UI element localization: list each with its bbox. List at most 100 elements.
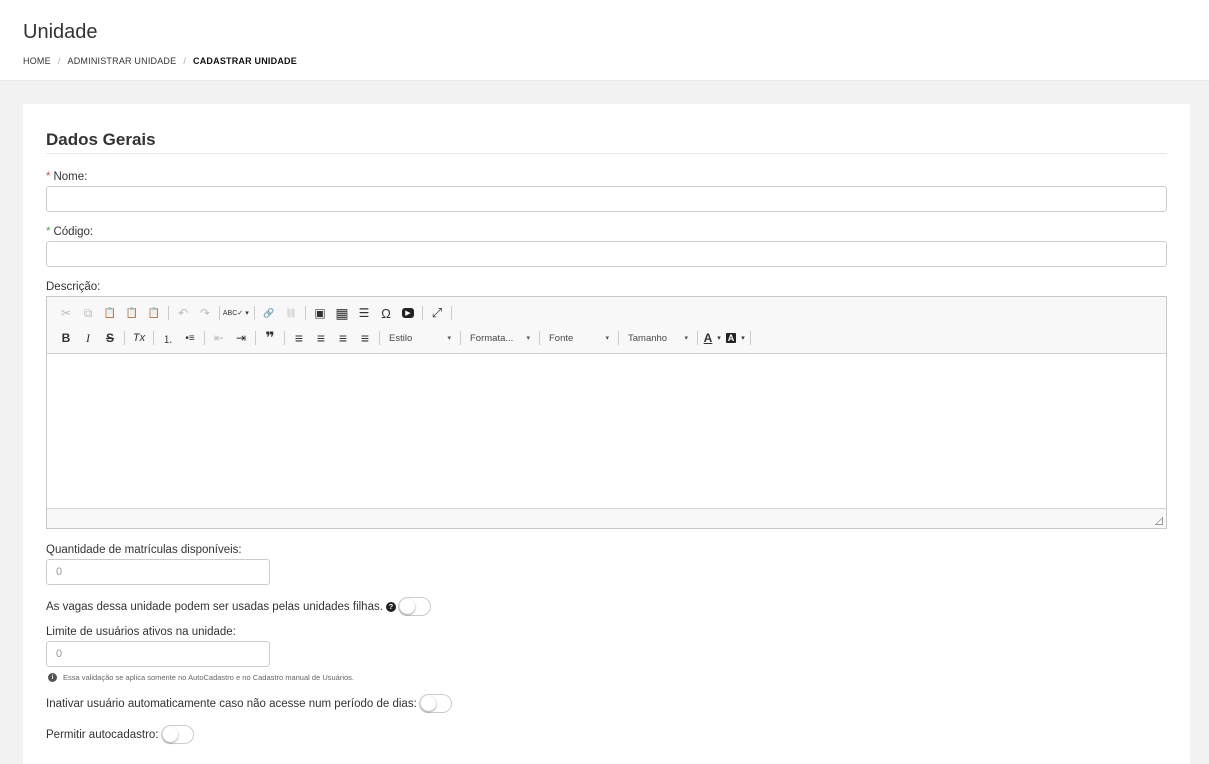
tamanho-combo[interactable]: Tamanho ▾: [622, 328, 692, 348]
chevron-down-icon: ▾: [684, 335, 688, 342]
editor-content-area[interactable]: [47, 354, 1166, 507]
estilo-combo[interactable]: Estilo ▾: [383, 328, 455, 348]
paste-word-icon[interactable]: 📋: [143, 302, 165, 324]
indent-icon[interactable]: ⇥: [230, 327, 252, 349]
paste-icon[interactable]: 📋: [99, 302, 121, 324]
codigo-group: * Código:: [46, 225, 1167, 267]
toolbar-separator: [124, 331, 125, 345]
limite-hint-text: Essa validação se aplica somente no Auto…: [63, 673, 355, 682]
toolbar-separator: [168, 306, 169, 320]
maximize-icon[interactable]: ⤢: [426, 302, 448, 324]
chevron-down-icon: ▾: [605, 335, 609, 342]
breadcrumb-separator: /: [57, 56, 61, 66]
matriculas-label: Quantidade de matrículas disponíveis:: [46, 544, 242, 556]
autocadastro-toggle[interactable]: [160, 725, 194, 744]
toolbar-separator: [750, 331, 751, 345]
matriculas-input[interactable]: [46, 559, 270, 585]
bold-icon[interactable]: B: [55, 327, 77, 349]
required-mark: *: [46, 226, 51, 238]
chevron-down-icon[interactable]: ▾: [243, 302, 251, 324]
numbered-list-icon[interactable]: ⒈: [157, 327, 179, 349]
codigo-label: * Código:: [46, 225, 1167, 239]
spellcheck-icon[interactable]: ABC✓: [223, 302, 243, 324]
breadcrumb-administrar-unidade[interactable]: ADMINISTRAR UNIDADE: [68, 56, 177, 66]
form-card: Dados Gerais * Nome: * Código: Descrição: …: [23, 104, 1190, 764]
tamanho-combo-label: Tamanho: [628, 332, 668, 344]
nome-label: * Nome:: [46, 170, 1167, 184]
vagas-toggle-row: As vagas dessa unidade podem ser usadas …: [46, 597, 1167, 616]
bulleted-list-icon[interactable]: •≡: [179, 327, 201, 349]
toolbar-separator: [451, 306, 452, 320]
nome-input[interactable]: [46, 186, 1167, 212]
toolbar-separator: [255, 331, 256, 345]
youtube-glyph: ▶: [402, 308, 414, 318]
chevron-down-icon[interactable]: ▾: [739, 327, 747, 349]
justify-icon[interactable]: ≡: [354, 327, 376, 349]
breadcrumb-home[interactable]: HOME: [23, 56, 51, 66]
breadcrumb: HOME / ADMINISTRAR UNIDADE / CADASTRAR U…: [23, 56, 1186, 66]
page-header: Unidade HOME / ADMINISTRAR UNIDADE / CAD…: [0, 0, 1209, 81]
redo-icon[interactable]: ↷: [194, 302, 216, 324]
unlink-icon[interactable]: ⛓: [280, 302, 302, 324]
chevron-down-icon: ▾: [447, 335, 451, 342]
undo-icon[interactable]: ↶: [172, 302, 194, 324]
toolbar-separator: [460, 331, 461, 345]
bg-color-glyph: A: [725, 333, 737, 343]
limite-input[interactable]: [46, 641, 270, 667]
strikethrough-icon[interactable]: S: [99, 327, 121, 349]
background-color-icon[interactable]: A: [723, 327, 739, 349]
nome-label-text: Nome:: [53, 171, 88, 183]
align-right-icon[interactable]: ≡: [332, 327, 354, 349]
paste-text-icon[interactable]: 📋: [121, 302, 143, 324]
toolbar-separator: [219, 306, 220, 320]
inativar-toggle-row: Inativar usuário automaticamente caso nã…: [46, 694, 1167, 713]
remove-format-icon[interactable]: Tx: [128, 327, 150, 349]
horizontal-line-icon[interactable]: ☰: [353, 302, 375, 324]
descricao-label: Descrição:: [46, 281, 101, 293]
matriculas-group: Quantidade de matrículas disponíveis:: [46, 543, 1167, 585]
resize-handle-icon[interactable]: [1155, 517, 1163, 525]
limite-group: Limite de usuários ativos na unidade: i …: [46, 625, 1167, 682]
limite-hint: i Essa validação se aplica somente no Au…: [46, 673, 1167, 682]
align-center-icon[interactable]: ≡: [310, 327, 332, 349]
inativar-label: Inativar usuário automaticamente caso nã…: [46, 697, 417, 710]
vagas-toggle[interactable]: [397, 597, 431, 616]
required-mark: *: [46, 171, 51, 183]
question-circle-icon[interactable]: ?: [385, 601, 396, 612]
toolbar-separator: [254, 306, 255, 320]
toggle-knob: [399, 599, 415, 614]
codigo-input[interactable]: [46, 241, 1167, 267]
outdent-icon[interactable]: ⇤: [208, 327, 230, 349]
nome-group: * Nome:: [46, 170, 1167, 212]
toggle-knob: [420, 696, 436, 711]
blockquote-icon[interactable]: ❞: [259, 327, 281, 349]
table-icon[interactable]: ▦: [331, 302, 353, 324]
breadcrumb-current: CADASTRAR UNIDADE: [193, 56, 297, 66]
copy-icon[interactable]: ⧉: [77, 302, 99, 324]
formatacao-combo[interactable]: Formata... ▾: [464, 328, 534, 348]
cut-icon[interactable]: ✂: [55, 302, 77, 324]
descricao-group: Descrição: ✂ ⧉ 📋 📋 📋 ↶ ↷ ABC✓ ▾ 🔗 ⛓ ▣ ▦ …: [46, 280, 1167, 529]
link-icon[interactable]: 🔗: [258, 302, 280, 324]
fonte-combo[interactable]: Fonte ▾: [543, 328, 613, 348]
toolbar-separator: [697, 331, 698, 345]
image-icon[interactable]: ▣: [309, 302, 331, 324]
estilo-combo-label: Estilo: [389, 332, 413, 344]
chevron-down-icon: ▾: [526, 335, 530, 342]
text-color-icon[interactable]: A: [701, 327, 715, 349]
toolbar-separator: [422, 306, 423, 320]
info-circle-icon: i: [48, 673, 57, 682]
youtube-icon[interactable]: ▶: [397, 302, 419, 324]
breadcrumb-separator: /: [183, 56, 187, 66]
italic-icon[interactable]: I: [77, 327, 99, 349]
special-char-icon[interactable]: Ω: [375, 302, 397, 324]
inativar-toggle[interactable]: [418, 694, 452, 713]
chevron-down-icon[interactable]: ▾: [715, 327, 723, 349]
editor-footer: [47, 508, 1166, 528]
page-title: Unidade: [23, 21, 98, 43]
vagas-label: As vagas dessa unidade podem ser usadas …: [46, 600, 383, 613]
toolbar-separator: [284, 331, 285, 345]
align-left-icon[interactable]: ≡: [288, 327, 310, 349]
toolbar-separator: [305, 306, 306, 320]
formatacao-combo-label: Formata...: [470, 332, 514, 344]
